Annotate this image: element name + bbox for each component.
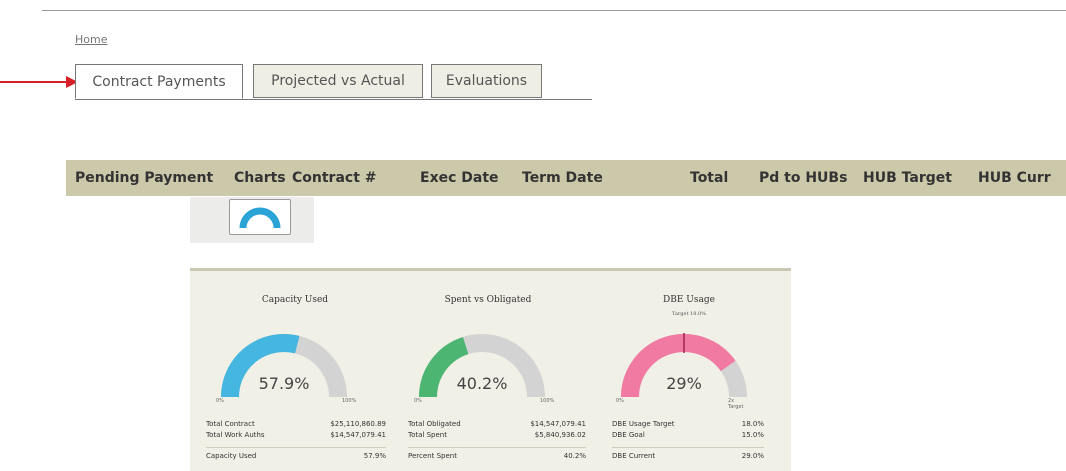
stat-row: Total Contract $25,110,860.89 xyxy=(206,420,386,428)
stat-row-footer: Capacity Used 57.9% xyxy=(206,452,386,460)
gauge-max-label: 2x Target xyxy=(728,398,744,410)
col-term-date[interactable]: Term Date xyxy=(522,160,603,196)
gauge-icon xyxy=(239,207,281,229)
gauge-value: 29% xyxy=(666,374,702,393)
col-hub-curr[interactable]: HUB Curr xyxy=(978,160,1051,196)
gauge-title: Capacity Used xyxy=(261,295,329,305)
gauge-value: 40.2% xyxy=(456,374,508,393)
col-contract-number[interactable]: Contract # xyxy=(292,160,377,196)
col-charts[interactable]: Charts xyxy=(234,160,286,196)
tab-projected-vs-actual[interactable]: Projected vs Actual xyxy=(253,64,423,98)
col-pd-to-hubs[interactable]: Pd to HUBs xyxy=(759,160,847,196)
gauge-max-label: 100% xyxy=(342,398,357,404)
stat-row: Total Work Auths $14,547,079.41 xyxy=(206,431,386,439)
stat-row-footer: Percent Spent 40.2% xyxy=(408,452,586,460)
col-hub-target[interactable]: HUB Target xyxy=(863,160,952,196)
stat-row: DBE Usage Target 18.0% xyxy=(612,420,764,428)
tab-evaluations[interactable]: Evaluations xyxy=(431,64,542,98)
divider xyxy=(408,447,586,448)
stat-row-footer: DBE Current 29.0% xyxy=(612,452,764,460)
red-arrow-annotation xyxy=(0,76,78,88)
divider xyxy=(612,447,764,448)
charts-panel: Capacity Used 57.9% 0% 100% Total Contra… xyxy=(190,268,791,471)
gauge-min-label: 0% xyxy=(414,398,422,404)
tab-contract-payments[interactable]: Contract Payments xyxy=(75,64,243,99)
breadcrumb-home-link[interactable]: Home xyxy=(75,33,107,46)
gauge-max-label: 100% xyxy=(540,398,555,404)
gauge-value: 57.9% xyxy=(258,374,310,393)
stat-row: DBE Goal 15.0% xyxy=(612,431,764,439)
divider xyxy=(206,447,386,448)
stat-row: Total Spent $5,840,936.02 xyxy=(408,431,586,439)
col-exec-date[interactable]: Exec Date xyxy=(420,160,499,196)
gauge-title: DBE Usage xyxy=(663,295,715,305)
charts-toggle-button[interactable] xyxy=(229,199,291,235)
col-total[interactable]: Total xyxy=(690,160,728,196)
gauge-min-label: 0% xyxy=(216,398,224,404)
gauge-min-label: 0% xyxy=(616,398,624,404)
tab-bar: Contract Payments Projected vs Actual Ev… xyxy=(75,64,592,100)
stat-row: Total Obligated $14,547,079.41 xyxy=(408,420,586,428)
table-header-row: Pending Payment Charts Contract # Exec D… xyxy=(66,160,1066,196)
col-pending-payment[interactable]: Pending Payment xyxy=(75,160,213,196)
gauge-title: Spent vs Obligated xyxy=(444,295,532,305)
charts-cell xyxy=(190,197,314,243)
top-divider xyxy=(42,10,1066,11)
gauge-target-label: Target 18.0% xyxy=(672,311,706,317)
